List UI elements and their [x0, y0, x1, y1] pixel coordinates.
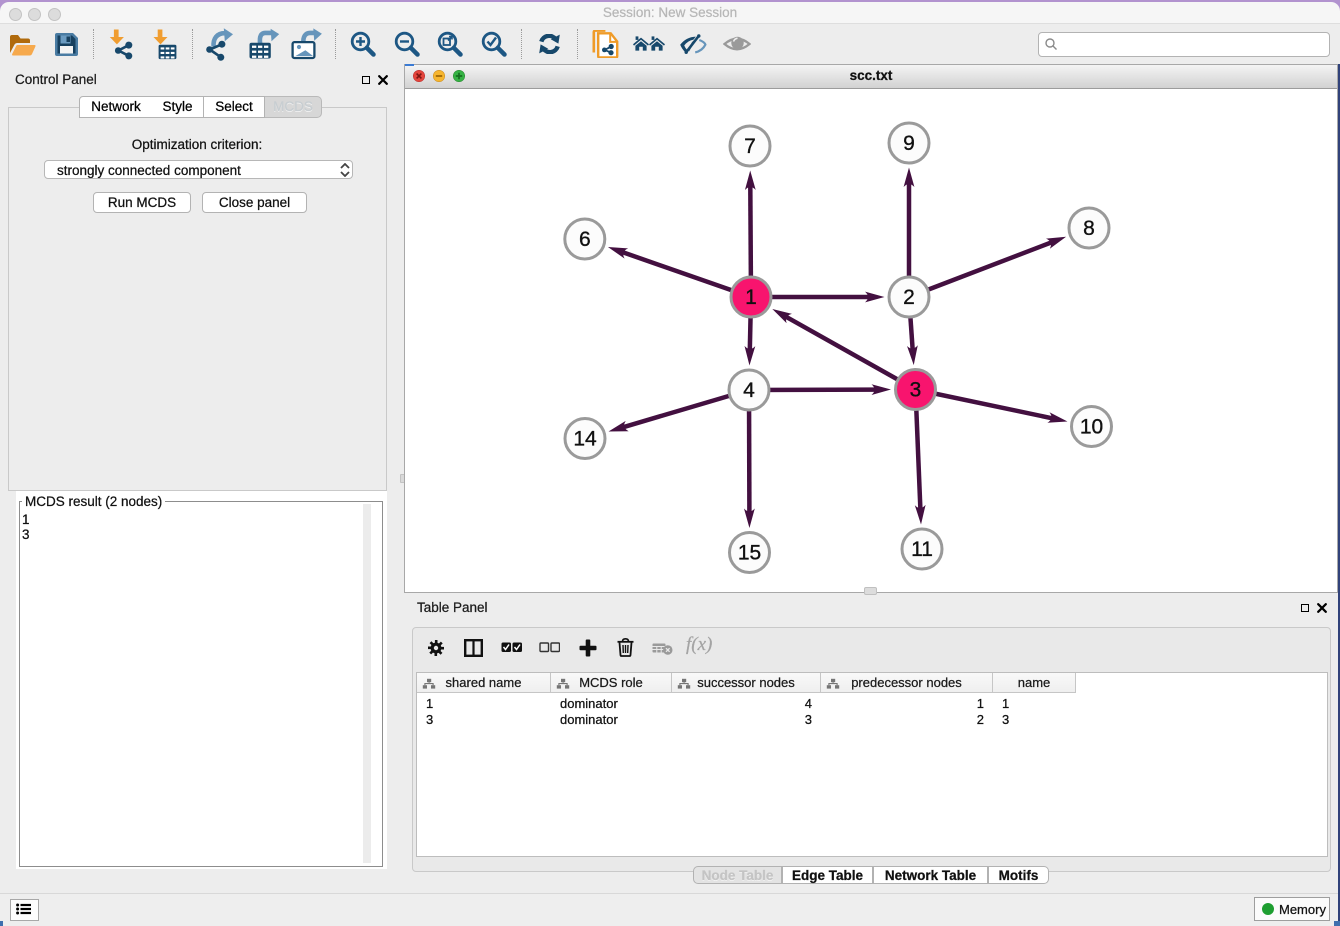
- svg-text:11: 11: [911, 538, 933, 561]
- svg-text:15: 15: [738, 542, 761, 565]
- svg-text:14: 14: [573, 428, 597, 451]
- svg-text:4: 4: [743, 379, 755, 402]
- svg-text:6: 6: [579, 228, 591, 251]
- svg-text:7: 7: [744, 135, 756, 158]
- svg-text:8: 8: [1083, 217, 1095, 240]
- svg-text:1: 1: [745, 286, 757, 309]
- svg-text:2: 2: [903, 286, 915, 309]
- svg-text:9: 9: [903, 132, 915, 155]
- svg-text:10: 10: [1080, 416, 1103, 439]
- svg-text:3: 3: [910, 379, 922, 402]
